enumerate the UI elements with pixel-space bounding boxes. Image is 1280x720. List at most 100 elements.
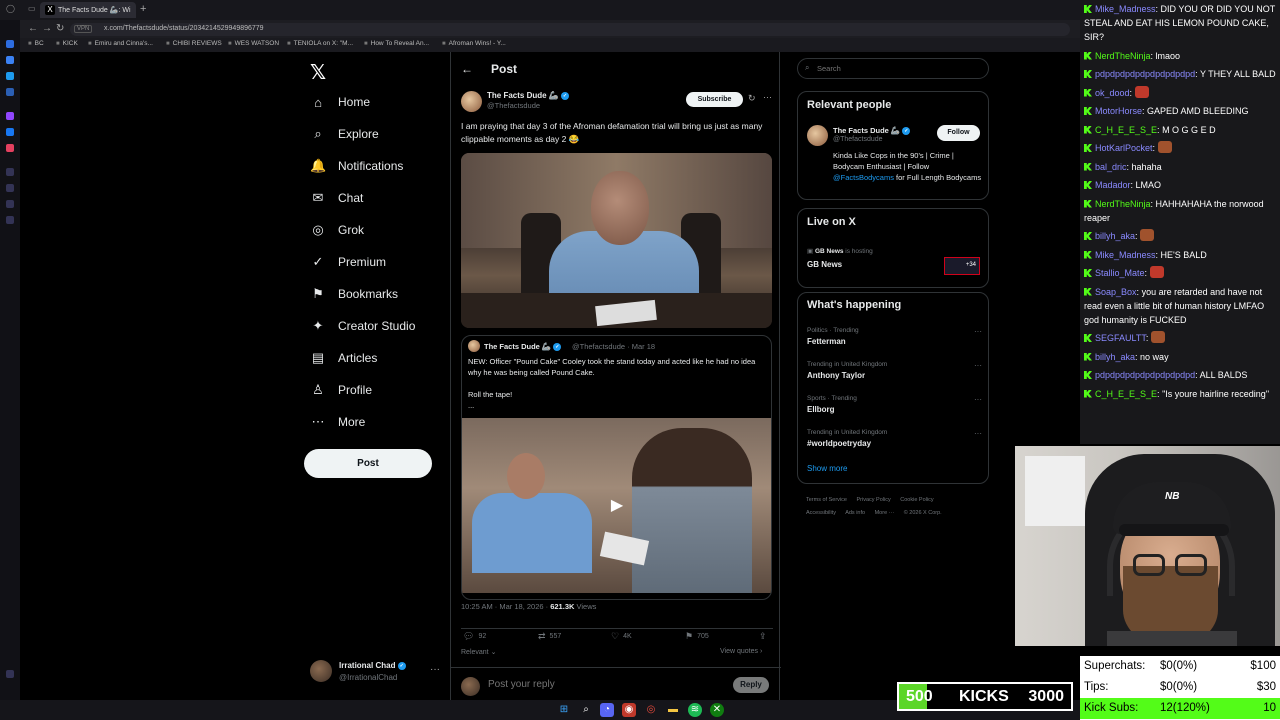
trend-item[interactable]: Trending in United Kingdom #worldpoetryd… xyxy=(807,429,982,455)
vpn-badge[interactable]: VPN xyxy=(74,25,93,33)
subscribe-button[interactable]: Subscribe xyxy=(686,92,743,107)
footer-link[interactable]: Cookie Policy xyxy=(900,497,933,503)
nav-creator-studio[interactable]: ✦ Creator Studio xyxy=(310,316,416,336)
browser-tab-active[interactable]: X The Facts Dude 🦾: Wi xyxy=(40,2,136,18)
more-icon[interactable]: ··· xyxy=(974,395,982,404)
tweet-author-handle[interactable]: @Thefactsdude xyxy=(487,101,540,110)
twitch-icon[interactable] xyxy=(6,112,14,120)
discord-icon[interactable]: ◔ xyxy=(600,703,614,717)
live-listeners-badge[interactable]: +34 xyxy=(944,257,980,275)
footer-link[interactable]: Privacy Policy xyxy=(857,497,891,503)
nav-bookmarks[interactable]: ⚑ Bookmarks xyxy=(310,284,398,304)
footer-link[interactable]: Terms of Service xyxy=(806,497,847,503)
reload-icon[interactable]: ↻ xyxy=(56,23,64,34)
sidebar-app-icon[interactable] xyxy=(6,88,14,96)
sidebar-app-icon[interactable] xyxy=(6,56,14,64)
browser-menu-icon[interactable]: ◯ xyxy=(6,4,15,13)
chat-username[interactable]: NerdTheNinja xyxy=(1095,199,1151,209)
settings-icon[interactable] xyxy=(6,216,14,224)
footer-link[interactable]: Accessibility xyxy=(806,510,836,516)
avatar[interactable] xyxy=(461,91,482,112)
reply-input[interactable] xyxy=(488,679,688,690)
compose-post-button[interactable]: Post xyxy=(304,449,432,478)
bookmark-item[interactable]: How To Reveal An... xyxy=(364,40,429,47)
like-action[interactable]: ♡ 4K xyxy=(611,631,632,642)
chat-username[interactable]: bal_dric xyxy=(1095,162,1127,172)
chat-username[interactable]: Mike_Madness xyxy=(1095,250,1156,260)
more-icon[interactable]: ··· xyxy=(974,327,982,336)
more-icon[interactable]: ··· xyxy=(763,92,772,102)
sidebar-app-icon[interactable] xyxy=(6,168,14,176)
chat-username[interactable]: billyh_aka xyxy=(1095,231,1135,241)
nav-home[interactable]: ⌂ Home xyxy=(310,92,370,112)
footer-link[interactable]: More ··· xyxy=(875,510,895,516)
bookmark-item[interactable]: Emiru and Cinna's... xyxy=(88,40,153,47)
sidebar-app-icon[interactable] xyxy=(6,200,14,208)
chat-username[interactable]: HotKarlPocket xyxy=(1095,143,1153,153)
person-name[interactable]: The Facts Dude 🦾 ✓ xyxy=(833,126,911,136)
back-icon[interactable]: ← xyxy=(28,23,38,34)
nav-more[interactable]: ⋯ More xyxy=(310,412,366,432)
bookmark-item[interactable]: Afroman Wins! - Y... xyxy=(442,40,506,47)
tweet-author-name[interactable]: The Facts Dude 🦾 ✓ xyxy=(487,91,569,100)
chat-username[interactable]: billyh_aka xyxy=(1095,352,1135,362)
sidebar-app-icon[interactable] xyxy=(6,184,14,192)
search-icon[interactable]: ⌕ xyxy=(579,703,593,717)
instagram-icon[interactable] xyxy=(6,144,14,152)
chat-username[interactable]: Mike_Madness xyxy=(1095,4,1156,14)
show-more-link[interactable]: Show more xyxy=(807,464,847,473)
repost-action[interactable]: ⇄ 557 xyxy=(538,631,561,642)
bookmark-item[interactable]: TENIOLA on X: "M... xyxy=(287,40,353,47)
tab-overview-icon[interactable]: ▭ xyxy=(28,4,36,13)
bookmark-item[interactable]: BC xyxy=(28,40,44,47)
more-icon[interactable]: ··· xyxy=(430,664,440,675)
search-input[interactable] xyxy=(817,64,977,73)
app-icon[interactable]: ◉ xyxy=(622,703,636,717)
nav-chat[interactable]: ✉ Chat xyxy=(310,188,364,208)
quote-video[interactable]: ▶ xyxy=(462,418,771,593)
quoted-tweet[interactable]: The Facts Dude 🦾 ✓ @Thefactsdude · Mar 1… xyxy=(461,335,772,600)
grok-icon[interactable]: ↻ xyxy=(748,93,756,104)
chat-username[interactable]: Madador xyxy=(1095,180,1131,190)
new-tab-icon[interactable]: + xyxy=(140,3,146,15)
nav-explore[interactable]: ⌕ Explore xyxy=(310,124,378,144)
bookmark-item[interactable]: WES WATSON xyxy=(228,40,279,47)
bio-link[interactable]: @FactsBodycams xyxy=(833,173,894,182)
chat-username[interactable]: SEGFAULTT xyxy=(1095,333,1146,343)
account-switcher[interactable]: Irrational Chad ✓ @IrrationalChad ··· xyxy=(310,658,450,686)
search-bar[interactable]: ⌕ xyxy=(797,58,989,79)
trend-item[interactable]: Trending in United Kingdom Anthony Taylo… xyxy=(807,361,982,387)
bookmark-action[interactable]: ⚑ 705 xyxy=(685,631,709,642)
chat-username[interactable]: ok_dood xyxy=(1095,88,1130,98)
chat-username[interactable]: NerdTheNinja xyxy=(1095,51,1151,61)
chat-username[interactable]: C_H_E_E_S_E xyxy=(1095,125,1157,135)
chat-username[interactable]: MotorHorse xyxy=(1095,106,1142,116)
more-icon[interactable]: ··· xyxy=(974,361,982,370)
reply-button[interactable]: Reply xyxy=(733,677,769,693)
nav-profile[interactable]: ♙ Profile xyxy=(310,380,372,400)
trend-item[interactable]: Politics · Trending Fetterman ··· xyxy=(807,327,982,353)
chat-username[interactable]: pdpdpdpdpdpdpdpdpdpd xyxy=(1095,69,1195,79)
nav-notifications[interactable]: 🔔 Notifications xyxy=(310,156,403,176)
spotify-icon[interactable]: ≋ xyxy=(688,703,702,717)
chat-username[interactable]: Soap_Box xyxy=(1095,287,1137,297)
bookmark-item[interactable]: KICK xyxy=(56,40,78,47)
trend-item[interactable]: Sports · Trending Ellborg ··· xyxy=(807,395,982,421)
bookmark-item[interactable]: CHIBI REVIEWS xyxy=(166,40,222,47)
live-space-name[interactable]: GB News xyxy=(807,260,842,269)
reply-action[interactable]: 💬︎ 92 xyxy=(463,631,486,642)
more-icon[interactable]: ··· xyxy=(974,429,982,438)
share-action[interactable]: ⇪ xyxy=(759,631,767,642)
nav-premium[interactable]: ✓ Premium xyxy=(310,252,386,272)
follow-button[interactable]: Follow xyxy=(937,125,980,141)
xbox-icon[interactable]: ✕ xyxy=(710,703,724,717)
windows-start-icon[interactable]: ⊞ xyxy=(557,703,571,717)
footer-link[interactable]: Ads info xyxy=(845,510,865,516)
forward-icon[interactable]: → xyxy=(42,23,52,34)
play-icon[interactable]: ▶ xyxy=(604,493,630,519)
reply-sort-dropdown[interactable]: Relevant ⌄ xyxy=(461,648,496,656)
chat-username[interactable]: C_H_E_E_S_E xyxy=(1095,389,1157,399)
sidebar-app-icon[interactable] xyxy=(6,670,14,678)
avatar[interactable] xyxy=(807,125,828,146)
messenger-icon[interactable] xyxy=(6,128,14,136)
